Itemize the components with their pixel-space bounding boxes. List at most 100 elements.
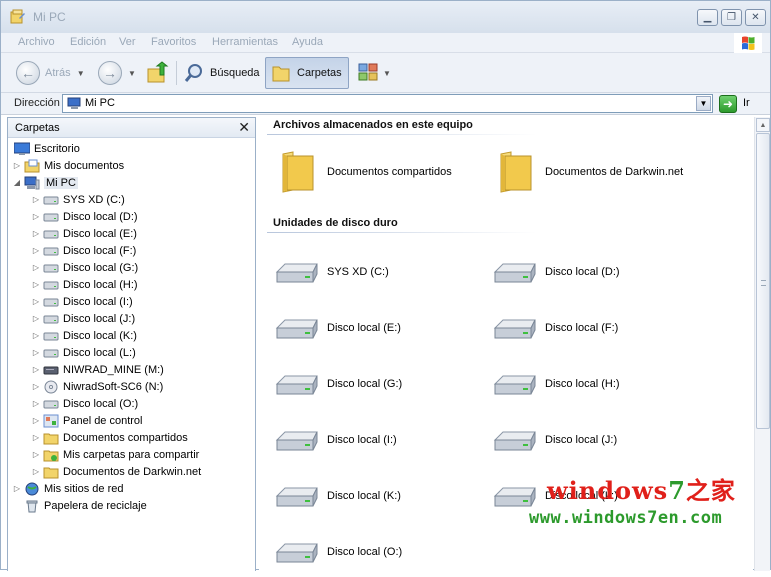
tree-item[interactable]: ▷ Mis carpetas para compartir <box>31 446 199 463</box>
expand-icon[interactable]: ▷ <box>31 314 41 323</box>
expand-icon[interactable]: ▷ <box>31 365 41 374</box>
expand-icon[interactable]: ▷ <box>31 399 41 408</box>
up-folder-button[interactable] <box>146 57 170 89</box>
tree-item[interactable]: ▷ Disco local (I:) <box>31 293 133 310</box>
menu-favoritos[interactable]: Favoritos <box>151 36 196 48</box>
views-button[interactable]: ▼ <box>357 57 391 89</box>
drive-tile[interactable]: Disco local (F:) <box>491 306 618 350</box>
expand-icon[interactable]: ▷ <box>31 195 41 204</box>
tree-item[interactable]: ▷ Mis sitios de red <box>12 480 123 497</box>
tree-item-label: Documentos compartidos <box>63 431 188 444</box>
drive-tile[interactable]: Disco local (H:) <box>491 362 620 406</box>
expand-icon[interactable]: ▷ <box>31 246 41 255</box>
drive-tile[interactable]: Disco local (J:) <box>491 418 617 462</box>
tree-item[interactable]: ▷ NIWRAD_MINE (M:) <box>31 361 164 378</box>
tile-label: Documentos de Darkwin.net <box>545 166 684 178</box>
tree-item[interactable]: ▷ Disco local (E:) <box>31 225 137 242</box>
scroll-thumb[interactable] <box>756 133 770 429</box>
close-pane-icon[interactable]: ✕ <box>238 119 250 136</box>
tree-item[interactable]: ▷ Disco local (H:) <box>31 276 138 293</box>
go-button[interactable]: Ir <box>743 97 750 109</box>
folder-tile[interactable]: Documentos de Darkwin.net <box>491 150 683 194</box>
close-button[interactable]: ✕ <box>745 9 766 26</box>
address-dropdown-icon[interactable]: ▼ <box>696 96 711 111</box>
back-dropdown-icon[interactable]: ▼ <box>77 69 85 78</box>
hard-drive-icon <box>273 474 323 518</box>
hard-drive-icon <box>491 306 541 350</box>
expand-icon[interactable]: ▷ <box>12 484 22 493</box>
tile-label: Disco local (I:) <box>327 434 397 446</box>
tree-item[interactable]: ▷ Documentos compartidos <box>31 429 188 446</box>
drive-tile[interactable]: Disco local (G:) <box>273 362 402 406</box>
tree-item[interactable]: ▷ Disco local (L:) <box>31 344 136 361</box>
folder-tile[interactable]: Documentos compartidos <box>273 150 452 194</box>
expand-icon[interactable]: ▷ <box>31 297 41 306</box>
tree-item[interactable]: ▷ Disco local (G:) <box>31 259 138 276</box>
expand-icon[interactable]: ▷ <box>31 212 41 221</box>
folders-button[interactable]: Carpetas <box>265 57 349 89</box>
drive-icon <box>43 278 59 292</box>
back-button[interactable]: ← Atrás ▼ <box>16 57 85 89</box>
tree-item[interactable]: ▷ Panel de control <box>31 412 143 429</box>
menu-ver[interactable]: Ver <box>119 36 136 48</box>
vertical-scrollbar[interactable]: ▲ <box>754 117 770 571</box>
expand-icon[interactable]: ▷ <box>12 161 22 170</box>
tree-item-label: NiwradSoft-SC6 (N:) <box>63 380 164 393</box>
expand-icon[interactable]: ▷ <box>31 280 41 289</box>
expand-icon[interactable]: ▷ <box>31 263 41 272</box>
views-dropdown-icon[interactable]: ▼ <box>383 69 391 78</box>
tile-label: Disco local (O:) <box>327 546 403 558</box>
title-bar[interactable]: Mi PC ▁ ❐ ✕ <box>1 1 770 33</box>
tree-item[interactable]: ▷ Disco local (J:) <box>31 310 135 327</box>
expand-icon[interactable]: ▷ <box>31 416 41 425</box>
drive-tile[interactable]: Disco local (E:) <box>273 306 401 350</box>
tree-item[interactable]: Escritorio <box>12 140 80 157</box>
drive-tile[interactable]: SYS XD (C:) <box>273 250 389 294</box>
drive-tile[interactable]: Disco local (O:) <box>273 530 402 574</box>
drive-tile[interactable]: Disco local (K:) <box>273 474 401 518</box>
menu-archivo[interactable]: Archivo <box>18 36 55 48</box>
tree-item[interactable]: ▷ Mis documentos <box>12 157 124 174</box>
collapse-icon[interactable]: ◢ <box>12 178 22 187</box>
control-panel-icon <box>43 414 59 428</box>
tree-item-label: Mis sitios de red <box>44 482 124 495</box>
tree-item-label: SYS XD (C:) <box>63 193 125 206</box>
expand-icon[interactable]: ▷ <box>31 467 41 476</box>
scroll-up-icon[interactable]: ▲ <box>756 118 770 132</box>
menu-ayuda[interactable]: Ayuda <box>292 36 323 48</box>
tile-label: Disco local (H:) <box>545 378 620 390</box>
maximize-button[interactable]: ❐ <box>721 9 742 26</box>
tree-item[interactable]: Papelera de reciclaje <box>12 497 147 514</box>
drive-tile[interactable]: Disco local (I:) <box>273 418 397 462</box>
tree-item[interactable]: ▷ Disco local (K:) <box>31 327 137 344</box>
expand-icon[interactable]: ▷ <box>31 229 41 238</box>
tree-item[interactable]: ▷ Documentos de Darkwin.net <box>31 463 201 480</box>
expand-icon[interactable]: ▷ <box>31 331 41 340</box>
expand-icon[interactable]: ▷ <box>31 433 41 442</box>
expand-icon[interactable]: ▷ <box>31 450 41 459</box>
tree-item[interactable]: ▷ Disco local (F:) <box>31 242 136 259</box>
tree-item[interactable]: ▷ SYS XD (C:) <box>31 191 125 208</box>
expand-icon[interactable]: ▷ <box>31 348 41 357</box>
folders-label: Carpetas <box>297 67 342 79</box>
menu-herramientas[interactable]: Herramientas <box>212 36 278 48</box>
tree-item[interactable]: ◢ Mi PC <box>12 174 78 191</box>
tree-item[interactable]: ▷ Disco local (D:) <box>31 208 138 225</box>
tree-item[interactable]: ▷ NiwradSoft-SC6 (N:) <box>31 378 163 395</box>
menu-edicion[interactable]: Edición <box>70 36 106 48</box>
expand-icon[interactable]: ▷ <box>31 382 41 391</box>
group-title-drives: Unidades de disco duro <box>273 217 398 229</box>
drive-tile[interactable]: Disco local (D:) <box>491 250 620 294</box>
drive-icon <box>43 210 59 224</box>
drive-icon <box>43 261 59 275</box>
address-input[interactable]: Mi PC ▼ <box>62 94 713 113</box>
forward-button[interactable]: → ▼ <box>98 57 136 89</box>
drive-icon <box>43 295 59 309</box>
minimize-icon: ▁ <box>703 12 712 23</box>
search-button[interactable]: Búsqueda <box>183 57 260 89</box>
minimize-button[interactable]: ▁ <box>697 9 718 26</box>
forward-dropdown-icon[interactable]: ▼ <box>128 69 136 78</box>
my-computer-icon <box>24 176 40 190</box>
go-arrow-icon[interactable]: ➜ <box>719 95 737 113</box>
tree-item[interactable]: ▷ Disco local (O:) <box>31 395 138 412</box>
